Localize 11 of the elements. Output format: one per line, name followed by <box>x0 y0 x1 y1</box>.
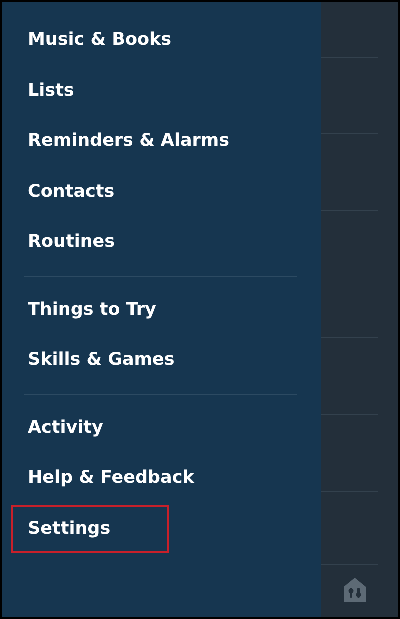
home-icon[interactable] <box>343 577 367 603</box>
menu-item[interactable]: Reminders & Alarms <box>11 117 247 166</box>
menu-item[interactable]: Things to Try <box>11 286 174 334</box>
menu-item[interactable]: Routines <box>11 218 132 266</box>
menu-item[interactable]: Contacts <box>11 168 132 216</box>
menu-item[interactable]: Music & Books <box>11 16 189 64</box>
menu-item[interactable]: Lists <box>11 66 92 115</box>
menu-item[interactable]: Skills & Games <box>11 336 192 384</box>
menu-item[interactable]: Help & Feedback <box>11 454 212 502</box>
menu-item[interactable]: Settings <box>11 504 169 553</box>
menu-item[interactable]: Activity <box>11 404 120 452</box>
